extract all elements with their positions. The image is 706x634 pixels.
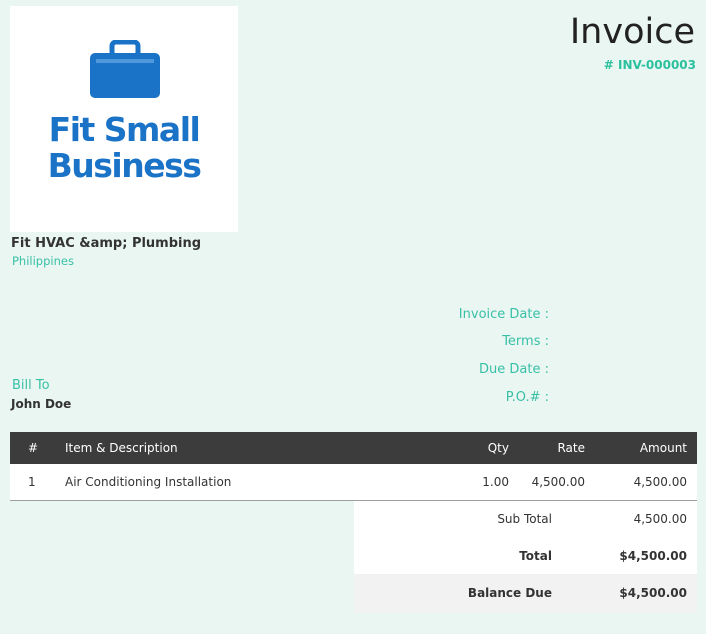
- company-logo: Fit Small Business: [10, 6, 238, 232]
- company-country: Philippines: [12, 254, 74, 268]
- header-rate: Rate: [557, 441, 585, 455]
- total-label: Total: [519, 549, 552, 563]
- balance-due-value: $4,500.00: [619, 586, 687, 600]
- row-num: 1: [28, 475, 36, 489]
- header-amount: Amount: [639, 441, 687, 455]
- items-table-header: # Item & Description Qty Rate Amount: [10, 432, 697, 464]
- header-qty: Qty: [487, 441, 509, 455]
- row-qty: 1.00: [482, 475, 509, 489]
- invoice-number: # INV-000003: [603, 58, 696, 72]
- row-rate: 4,500.00: [531, 475, 585, 489]
- logo-text-line1: Fit Small: [48, 110, 201, 149]
- invoice-title: Invoice: [569, 12, 695, 52]
- invoice-date-label: Invoice Date :: [458, 307, 549, 322]
- header-num: #: [28, 441, 39, 455]
- total-row: Total $4,500.00: [354, 538, 697, 574]
- header-description: Item & Description: [65, 441, 178, 455]
- company-name: Fit HVAC &amp; Plumbing: [11, 236, 202, 251]
- briefcase-icon: [90, 40, 160, 98]
- terms-label: Terms :: [502, 334, 549, 349]
- totals-section: Sub Total 4,500.00 Total $4,500.00 Balan…: [354, 501, 697, 613]
- bill-to-name: John Doe: [11, 397, 72, 411]
- po-label: P.O.# :: [505, 390, 549, 405]
- sub-total-label: Sub Total: [497, 512, 552, 526]
- due-date-label: Due Date :: [479, 362, 549, 377]
- row-description: Air Conditioning Installation: [65, 475, 232, 489]
- logo-text-line2: Business: [47, 146, 202, 185]
- balance-due-label: Balance Due: [467, 586, 552, 600]
- total-value: $4,500.00: [619, 549, 687, 563]
- sub-total-value: 4,500.00: [633, 512, 687, 526]
- row-amount: 4,500.00: [633, 475, 687, 489]
- bill-to-label: Bill To: [12, 378, 50, 393]
- table-row: 1 Air Conditioning Installation 1.00 4,5…: [10, 464, 697, 501]
- sub-total-row: Sub Total 4,500.00: [354, 501, 697, 538]
- balance-due-row: Balance Due $4,500.00: [354, 574, 697, 613]
